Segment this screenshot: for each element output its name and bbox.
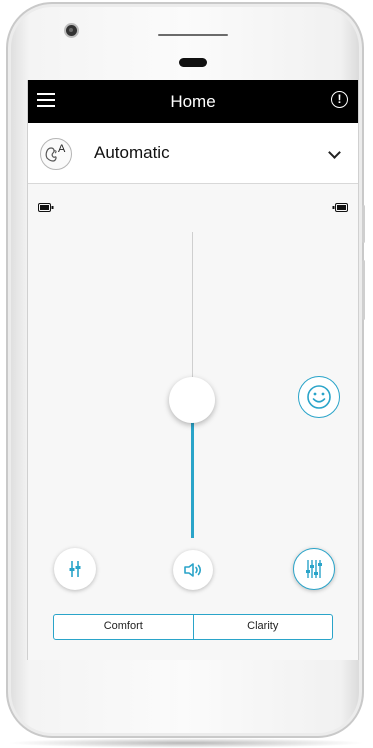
exclamation-circle-icon[interactable]: !: [331, 91, 348, 108]
right-battery-icon: [332, 199, 348, 217]
left-battery-icon: [38, 199, 54, 217]
comfort-button[interactable]: Comfort: [54, 615, 193, 639]
program-label: Automatic: [94, 143, 170, 162]
phone-sensor: [179, 58, 207, 67]
program-icon-letter: A: [58, 143, 66, 155]
equalizer-button[interactable]: [54, 548, 96, 590]
program-selector[interactable]: A Automatic: [28, 123, 358, 184]
app-screen: Home ! A Automatic Comfort Clarity: [27, 80, 359, 660]
phone-chin: [27, 660, 357, 705]
equalizer-sliders-icon: [306, 560, 322, 578]
speaker-volume-icon: [184, 563, 202, 577]
top-app-bar: Home !: [28, 80, 358, 123]
phone-side-button: [362, 260, 365, 320]
phone-side-button: [362, 205, 365, 243]
phone-shadow: [6, 738, 366, 748]
speaker-volume-button[interactable]: [173, 550, 213, 590]
front-camera: [66, 25, 77, 36]
page-title: Home: [170, 92, 216, 111]
smiley-face-button[interactable]: [298, 376, 340, 418]
mode-segmented-control: Comfort Clarity: [53, 614, 333, 640]
earpiece-speaker: [158, 34, 228, 36]
automatic-program-icon: A: [40, 138, 72, 170]
smiley-face-icon: [307, 385, 331, 409]
equalizer-icon: [69, 561, 81, 577]
volume-track-upper: [192, 232, 193, 401]
equalizer-sliders-button[interactable]: [293, 548, 335, 590]
clarity-button[interactable]: Clarity: [192, 615, 333, 639]
chevron-down-icon[interactable]: [328, 146, 341, 159]
volume-slider-thumb[interactable]: [169, 377, 215, 424]
